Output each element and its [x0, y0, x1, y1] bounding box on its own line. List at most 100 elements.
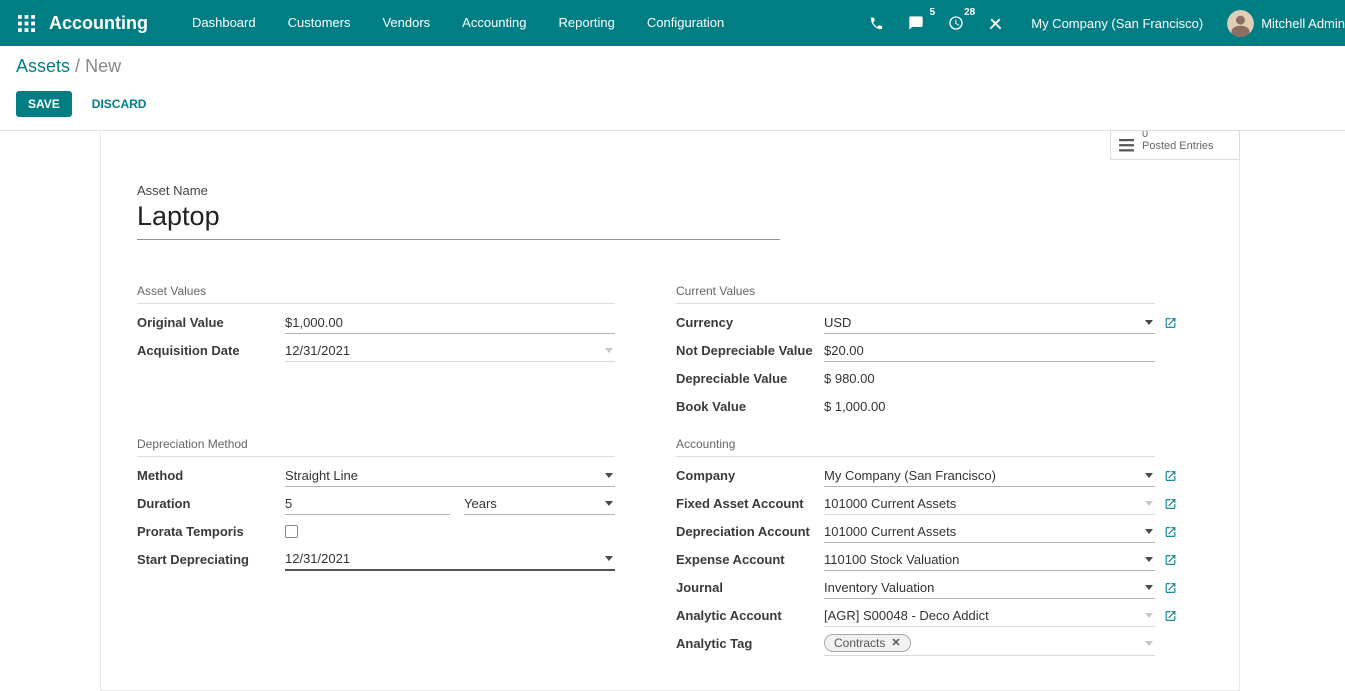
- user-avatar[interactable]: [1227, 10, 1254, 37]
- duration-unit-select[interactable]: Years: [464, 493, 615, 515]
- breadcrumb-assets[interactable]: Assets: [16, 56, 70, 76]
- caret-down-icon: [1145, 501, 1153, 506]
- expense-account-select[interactable]: 110100 Stock Valuation: [824, 549, 1155, 571]
- fixed-asset-account-label: Fixed Asset Account: [676, 496, 824, 511]
- posted-entries-label: Posted Entries: [1142, 140, 1214, 153]
- not-depreciable-value-input[interactable]: $20.00: [824, 340, 1155, 362]
- book-value-readonly: $ 1,000.00: [824, 396, 1155, 417]
- breadcrumb: Assets / New: [16, 56, 1329, 77]
- caret-down-icon: [1145, 613, 1153, 618]
- field-row-fixed-asset-account: Fixed Asset Account 101000 Current Asset…: [676, 490, 1155, 518]
- user-menu[interactable]: Mitchell Admin: [1261, 16, 1345, 31]
- depreciable-value-readonly: $ 980.00: [824, 368, 1155, 389]
- breadcrumb-separator: /: [75, 56, 80, 76]
- group-title: Accounting: [676, 437, 1155, 457]
- field-row-not-depreciable-value: Not Depreciable Value $20.00: [676, 337, 1155, 365]
- expense-account-label: Expense Account: [676, 552, 824, 567]
- menu-dashboard[interactable]: Dashboard: [176, 0, 272, 46]
- messages-icon[interactable]: 5: [896, 0, 936, 46]
- book-value-label: Book Value: [676, 399, 824, 414]
- field-row-original-value: Original Value $1,000.00: [137, 309, 615, 337]
- main-menu: Dashboard Customers Vendors Accounting R…: [176, 0, 740, 46]
- prorata-checkbox[interactable]: [285, 525, 298, 538]
- menu-reporting[interactable]: Reporting: [543, 0, 631, 46]
- acquisition-date-label: Acquisition Date: [137, 343, 285, 358]
- depreciation-account-select[interactable]: 101000 Current Assets: [824, 521, 1155, 543]
- duration-label: Duration: [137, 496, 285, 511]
- caret-down-icon: [605, 348, 613, 353]
- menu-configuration[interactable]: Configuration: [631, 0, 740, 46]
- asset-name-input[interactable]: Laptop: [137, 200, 780, 240]
- field-row-duration: Duration 5 Years: [137, 490, 615, 518]
- journal-label: Journal: [676, 580, 824, 595]
- original-value-label: Original Value: [137, 315, 285, 330]
- group-title: Asset Values: [137, 284, 615, 304]
- currency-select[interactable]: USD: [824, 312, 1155, 334]
- external-link-icon[interactable]: [1164, 581, 1177, 594]
- original-value-input[interactable]: $1,000.00: [285, 312, 615, 334]
- external-link-icon[interactable]: [1164, 525, 1177, 538]
- control-panel: Assets / New SAVE DISCARD: [0, 46, 1345, 131]
- save-button[interactable]: SAVE: [16, 91, 72, 117]
- posted-entries-button[interactable]: 0 Posted Entries: [1110, 130, 1240, 160]
- field-row-acquisition-date: Acquisition Date 12/31/2021: [137, 337, 615, 365]
- activities-badge: 28: [964, 7, 975, 18]
- duration-input[interactable]: 5: [285, 493, 450, 515]
- caret-down-icon: [1145, 320, 1153, 325]
- external-link-icon[interactable]: [1164, 469, 1177, 482]
- menu-customers[interactable]: Customers: [272, 0, 367, 46]
- discard-button[interactable]: DISCARD: [86, 96, 153, 112]
- field-row-analytic-tag: Analytic Tag Contracts ✕: [676, 630, 1155, 658]
- group-title: Current Values: [676, 284, 1155, 304]
- external-link-icon[interactable]: [1164, 553, 1177, 566]
- caret-down-icon: [1145, 585, 1153, 590]
- menu-vendors[interactable]: Vendors: [366, 0, 446, 46]
- fixed-asset-account-select[interactable]: 101000 Current Assets: [824, 493, 1155, 515]
- company-switcher[interactable]: My Company (San Francisco): [1015, 16, 1219, 31]
- app-name[interactable]: Accounting: [49, 13, 148, 34]
- tools-icon[interactable]: [976, 0, 1015, 46]
- journal-select[interactable]: Inventory Valuation: [824, 577, 1155, 599]
- breadcrumb-current: New: [85, 56, 121, 76]
- analytic-tag-pill[interactable]: Contracts ✕: [824, 634, 911, 652]
- method-label: Method: [137, 468, 285, 483]
- field-row-start-depreciating: Start Depreciating 12/31/2021: [137, 546, 615, 574]
- field-row-depreciable-value: Depreciable Value $ 980.00: [676, 365, 1155, 393]
- group-asset-values: Asset Values Original Value $1,000.00 Ac…: [137, 284, 615, 421]
- activities-icon[interactable]: 28: [936, 0, 976, 46]
- hamburger-lines-icon: [1119, 139, 1134, 152]
- not-depreciable-value-label: Not Depreciable Value: [676, 343, 824, 358]
- start-depreciating-input[interactable]: 12/31/2021: [285, 548, 615, 571]
- analytic-tag-input[interactable]: Contracts ✕: [824, 631, 1155, 656]
- company-select[interactable]: My Company (San Francisco): [824, 465, 1155, 487]
- phone-icon[interactable]: [857, 0, 896, 46]
- analytic-tag-label: Analytic Tag: [676, 636, 824, 651]
- menu-accounting[interactable]: Accounting: [446, 0, 542, 46]
- field-row-prorata-temporis: Prorata Temporis: [137, 518, 615, 546]
- acquisition-date-input[interactable]: 12/31/2021: [285, 340, 615, 362]
- external-link-icon[interactable]: [1164, 316, 1177, 329]
- external-link-icon[interactable]: [1164, 497, 1177, 510]
- group-title: Depreciation Method: [137, 437, 615, 457]
- depreciable-value-label: Depreciable Value: [676, 371, 824, 386]
- apps-grid-icon[interactable]: [12, 15, 41, 32]
- top-navbar: Accounting Dashboard Customers Vendors A…: [0, 0, 1345, 46]
- posted-entries-count: 0: [1142, 130, 1214, 140]
- depreciation-account-label: Depreciation Account: [676, 524, 824, 539]
- form-sheet: 0 Posted Entries Asset Name Laptop Asset…: [100, 131, 1240, 691]
- remove-tag-icon[interactable]: ✕: [891, 638, 900, 649]
- asset-name-label: Asset Name: [137, 183, 1203, 198]
- field-row-analytic-account: Analytic Account [AGR] S00048 - Deco Add…: [676, 602, 1155, 630]
- caret-down-icon: [1145, 641, 1153, 646]
- tag-label: Contracts: [834, 636, 885, 650]
- caret-down-icon: [1145, 557, 1153, 562]
- group-current-values: Current Values Currency USD Not Deprecia…: [676, 284, 1155, 421]
- group-accounting: Accounting Company My Company (San Franc…: [676, 437, 1155, 658]
- caret-down-icon: [605, 501, 613, 506]
- method-select[interactable]: Straight Line: [285, 465, 615, 487]
- caret-down-icon: [605, 556, 613, 561]
- currency-label: Currency: [676, 315, 824, 330]
- external-link-icon[interactable]: [1164, 609, 1177, 622]
- analytic-account-select[interactable]: [AGR] S00048 - Deco Addict: [824, 605, 1155, 627]
- caret-down-icon: [1145, 473, 1153, 478]
